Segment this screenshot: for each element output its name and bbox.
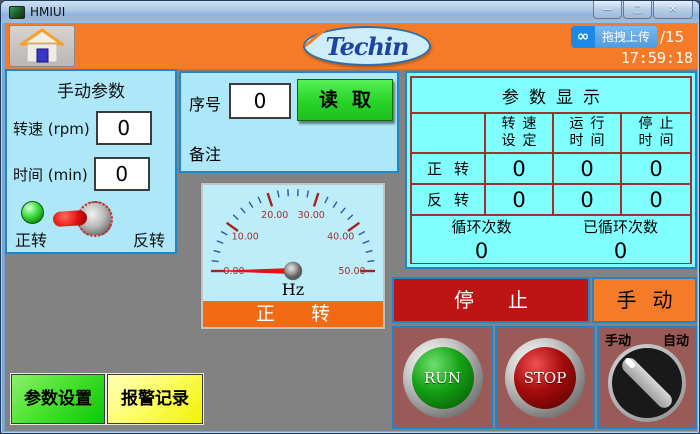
logo-accent-icon — [301, 24, 331, 54]
rotary-auto-label: 自动 — [663, 330, 689, 349]
param-settings-button[interactable]: 参数设置 — [11, 374, 105, 424]
home-icon — [20, 28, 64, 64]
window-controls: — ▢ ✕ — [592, 1, 693, 19]
col-header-speed-line2: 设定 — [495, 133, 544, 150]
cycle-count-label: 循环次数 — [412, 216, 551, 237]
cycled-count-label: 已循环次数 — [551, 216, 690, 237]
stop-pushbutton[interactable]: STOP — [505, 338, 585, 418]
serial-input[interactable] — [229, 83, 291, 119]
alarm-record-button[interactable]: 报警记录 — [107, 374, 203, 424]
read-button[interactable]: 读取 — [297, 79, 393, 121]
window-title: HMIUI — [30, 5, 65, 19]
gauge-needle — [209, 268, 293, 274]
svg-text:30.00: 30.00 — [298, 210, 325, 221]
maximize-button[interactable]: ▢ — [623, 1, 652, 19]
hz-gauge-panel: 0.0010.0020.0030.0040.0050.00Hz 正转 — [201, 183, 385, 329]
manual-params-panel: 手动参数 转速 (rpm) 时间 (min) 正转 反转 — [5, 69, 177, 254]
corner-cell — [412, 114, 484, 152]
speed-label: 转速 (rpm) — [13, 118, 90, 139]
rotary-knob-icon — [612, 348, 682, 418]
col-header-run-line1: 运行 — [563, 116, 612, 133]
gauge-status-bar: 正转 — [203, 301, 383, 327]
direction-toggle[interactable] — [69, 197, 113, 241]
reverse-speed-value: 0 — [486, 185, 552, 214]
forward-speed-value: 0 — [486, 154, 552, 183]
cycle-count-value: 0 — [412, 239, 551, 263]
close-button[interactable]: ✕ — [653, 1, 693, 19]
forward-led — [21, 201, 44, 224]
col-header-run-line2: 时间 — [563, 133, 612, 150]
forward-runtime-value: 0 — [554, 154, 620, 183]
row-label-forward: 正转 — [412, 154, 484, 183]
manual-params-title: 手动参数 — [7, 77, 175, 102]
speed-row: 转速 (rpm) — [13, 111, 152, 145]
svg-text:50.00: 50.00 — [338, 266, 365, 277]
time-input[interactable] — [94, 157, 150, 191]
app-window: HMIUI — ▢ ✕ Techin ∞ 拖拽上传 /15 17:59:18 — [0, 0, 700, 434]
col-header-stop-line2: 时间 — [632, 133, 681, 150]
reverse-stoptime-value: 0 — [622, 185, 690, 214]
close-icon: ✕ — [669, 4, 677, 15]
col-header-stop: 停止 时间 — [622, 114, 690, 152]
col-header-speed-line1: 转速 — [495, 116, 544, 133]
upload-badge-label: 拖拽上传 — [595, 26, 657, 48]
run-pushbutton[interactable]: RUN — [403, 338, 483, 418]
col-header-stop-line1: 停止 — [632, 116, 681, 133]
manual-mode-button[interactable]: 手动 — [592, 277, 697, 323]
techin-logo: Techin — [303, 26, 431, 66]
svg-text:40.00: 40.00 — [327, 231, 354, 242]
header-bar: Techin ∞ 拖拽上传 /15 17:59:18 — [5, 23, 697, 69]
param-table: 参数显示 转速 设定 运行 时间 停止 时间 正转 0 0 0 反转 — [410, 76, 692, 264]
run-cell: RUN — [392, 326, 493, 429]
clock: 17:59:18 — [621, 49, 693, 67]
col-header-run: 运行 时间 — [554, 114, 620, 152]
stop-button[interactable]: 停止 — [392, 277, 590, 323]
row-label-reverse: 反转 — [412, 185, 484, 214]
minimize-icon: — — [603, 4, 613, 15]
stop-pushbutton-label: STOP — [524, 369, 567, 387]
param-table-title: 参数显示 — [412, 78, 690, 112]
hz-gauge: 0.0010.0020.0030.0040.0050.00Hz — [203, 185, 383, 299]
titlebar[interactable]: HMIUI — ▢ ✕ — [1, 1, 700, 23]
serial-label: 序号 — [189, 91, 221, 115]
run-pushbutton-label: RUN — [424, 369, 461, 387]
svg-text:20.00: 20.00 — [261, 210, 288, 221]
param-display-panel: 参数显示 转速 设定 运行 时间 停止 时间 正转 0 0 0 反转 — [405, 71, 697, 269]
rotary-switch[interactable] — [608, 344, 686, 422]
maximize-icon: ▢ — [633, 4, 642, 15]
rotary-cell: 手动 自动 — [597, 326, 697, 429]
forward-label: 正转 — [15, 227, 47, 251]
speed-input[interactable] — [96, 111, 152, 145]
cycle-count-block: 循环次数 0 — [412, 216, 551, 263]
col-header-speed: 转速 设定 — [486, 114, 552, 152]
upload-icon: ∞ — [571, 26, 595, 48]
app-icon — [9, 6, 25, 19]
svg-text:Hz: Hz — [282, 280, 304, 299]
reverse-runtime-value: 0 — [554, 185, 620, 214]
logo-text: Techin — [325, 32, 408, 61]
time-label: 时间 (min) — [13, 164, 88, 185]
main-area: 变频器故障 仓门关闭 手动参数 转速 (rpm) 时间 (min) — [5, 69, 697, 431]
reverse-label: 反转 — [133, 227, 165, 251]
page-indicator: /15 — [660, 28, 684, 46]
note-label: 备注 — [189, 141, 221, 165]
cycle-section: 循环次数 0 已循环次数 0 — [412, 216, 690, 263]
upload-badge[interactable]: ∞ 拖拽上传 — [571, 26, 657, 48]
time-row: 时间 (min) — [13, 157, 150, 191]
serial-panel: 序号 读取 备注 — [179, 71, 399, 173]
forward-stoptime-value: 0 — [622, 154, 690, 183]
cycled-count-block: 已循环次数 0 — [551, 216, 690, 263]
svg-text:10.00: 10.00 — [232, 231, 259, 242]
toggle-lever-icon — [53, 210, 88, 227]
stop-cell: STOP — [495, 326, 595, 429]
home-button[interactable] — [9, 25, 75, 67]
minimize-button[interactable]: — — [593, 1, 622, 19]
rotary-manual-label: 手动 — [605, 330, 631, 349]
cycled-count-value: 0 — [551, 239, 690, 263]
